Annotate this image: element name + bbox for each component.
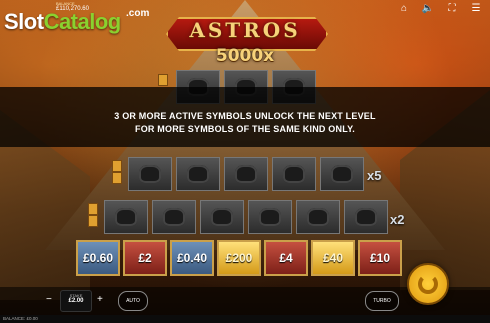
sound-icon[interactable]: 🔈 xyxy=(422,2,434,14)
autoplay-button[interactable]: AUTO xyxy=(118,291,148,311)
symbol-cell xyxy=(152,200,196,234)
level-marker xyxy=(112,172,122,184)
fullscreen-icon[interactable]: ⛶ xyxy=(446,2,458,14)
symbol-cell xyxy=(296,200,340,234)
spin-button[interactable] xyxy=(407,263,449,305)
brand-part2: Catalog xyxy=(43,9,122,34)
info-line-1: 3 OR MORE ACTIVE SYMBOLS UNLOCK THE NEXT… xyxy=(114,111,376,121)
watermark-logo: SlotCatalog xyxy=(4,9,121,35)
top-icons: ⌂ 🔈 ⛶ ☰ xyxy=(398,2,482,14)
turbo-button[interactable]: TURBO xyxy=(365,291,399,311)
info-message: 3 OR MORE ACTIVE SYMBOLS UNLOCK THE NEXT… xyxy=(0,110,490,136)
symbol-cell xyxy=(128,157,172,191)
decrease-stake-button[interactable]: − xyxy=(46,294,52,305)
symbol-cell xyxy=(320,157,364,191)
prize-tile: £0.40 xyxy=(170,240,214,276)
scarab-icon xyxy=(283,165,305,183)
menu-icon[interactable]: ☰ xyxy=(470,2,482,14)
footer-balance: BALANCE: £0.00 xyxy=(3,316,38,321)
prize-tile: £10 xyxy=(358,240,402,276)
scarab-icon xyxy=(355,208,377,226)
increase-stake-button[interactable]: + xyxy=(97,294,103,305)
level-marker xyxy=(88,203,98,215)
symbol-cell xyxy=(176,157,220,191)
row-multiplier-x2: x2 xyxy=(390,212,405,227)
reel-row-x5 xyxy=(128,157,368,191)
max-multiplier: 5000x xyxy=(215,46,275,66)
brand-suffix: .com xyxy=(126,8,150,19)
symbol-cell xyxy=(248,200,292,234)
scarab-icon xyxy=(331,165,353,183)
spin-icon xyxy=(418,274,438,294)
info-line-2: FOR MORE SYMBOLS OF THE SAME KIND ONLY. xyxy=(135,124,355,134)
prize-row: £0.60 £2 £0.40 £200 £4 £40 £10 xyxy=(76,240,405,276)
level-marker xyxy=(112,160,122,172)
home-icon[interactable]: ⌂ xyxy=(398,2,410,14)
symbol-cell xyxy=(104,200,148,234)
level-marker xyxy=(158,74,168,86)
brand-part1: Slot xyxy=(4,9,44,34)
prize-tile: £2 xyxy=(123,240,167,276)
stake-display: STAKE £2.00 xyxy=(60,290,92,312)
prize-tile: £4 xyxy=(264,240,308,276)
scarab-icon xyxy=(259,208,281,226)
scarab-icon xyxy=(211,208,233,226)
row-multiplier-x5: x5 xyxy=(367,168,382,183)
scarab-icon xyxy=(115,208,137,226)
prize-tile: £0.60 xyxy=(76,240,120,276)
scarab-icon xyxy=(163,208,185,226)
level-marker xyxy=(88,215,98,227)
footer-bar: BALANCE: £0.00 xyxy=(0,315,490,323)
game-title: ASTROS xyxy=(189,18,301,42)
scarab-icon xyxy=(307,208,329,226)
symbol-cell xyxy=(200,200,244,234)
stake-value: £2.00 xyxy=(68,298,84,304)
prize-tile: £200 xyxy=(217,240,261,276)
symbol-cell xyxy=(344,200,388,234)
symbol-cell xyxy=(272,157,316,191)
prize-tile: £40 xyxy=(311,240,355,276)
symbol-cell xyxy=(224,157,268,191)
scarab-icon xyxy=(235,165,257,183)
reel-row-x2 xyxy=(104,200,392,234)
scarab-icon xyxy=(139,165,161,183)
scarab-icon xyxy=(187,165,209,183)
